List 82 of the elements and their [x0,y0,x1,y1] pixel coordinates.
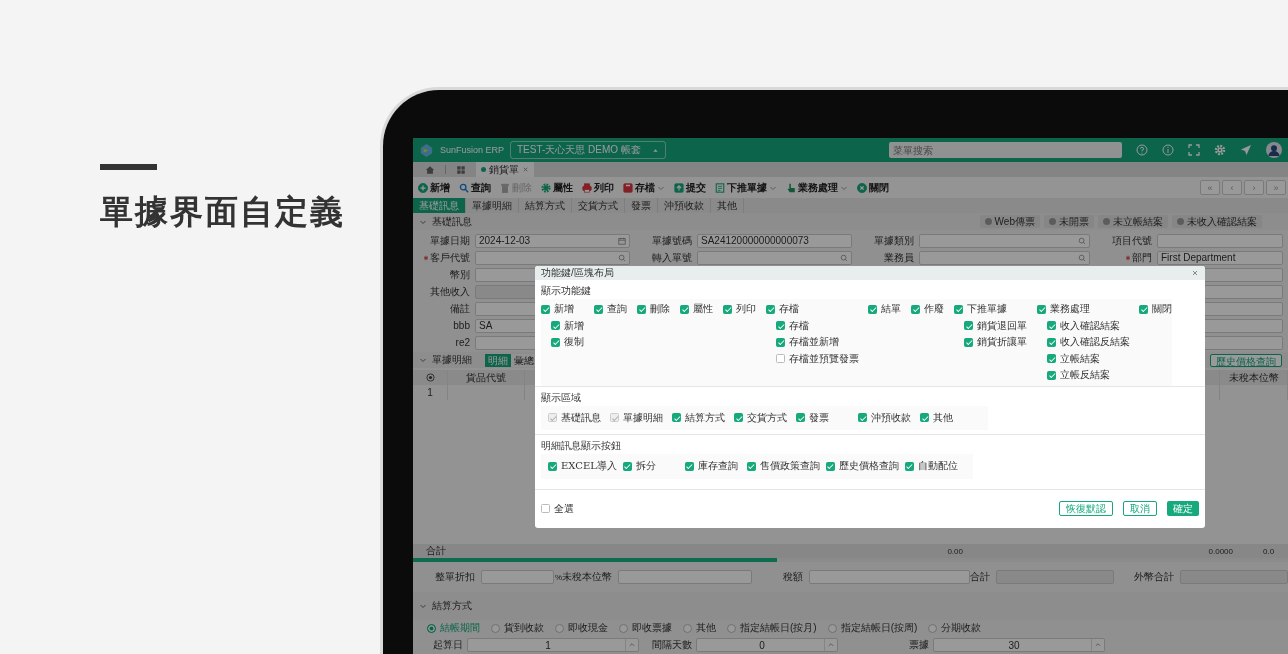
radio-label: 貨到收款 [504,621,544,635]
field-label: 合計 [970,570,990,584]
field-label: bbb [453,320,470,331]
total-value: 0.00 [946,546,963,556]
checkbox-label: 銷貨折讓單 [977,335,1027,350]
field-label: 部門 [1132,250,1152,265]
field-label: 票據 [908,638,929,652]
radio-label: 即收票據 [632,621,672,635]
checkbox-label: 存檔 [789,318,809,333]
radio-label: 指定結帳日(按周) [840,621,918,635]
column-header: 貨品代號 [448,370,525,385]
row-number: 1 [413,385,448,400]
checkbox-label: 庫存查詢 [697,459,738,474]
checkbox-label: 結單 [881,302,901,317]
radio-label: 指定結帳日(按月) [740,621,817,635]
checkbox-label: 自動配位 [917,459,958,474]
total-value: 0.0000 [1207,546,1233,556]
checkbox-label: 拆分 [635,459,656,474]
checkbox-label: 歷史價格查詢 [838,459,899,474]
checkbox-label: 結算方式 [685,410,725,425]
section-title: 顯示功能鍵 [541,284,591,298]
radio-label: 其他 [696,621,716,635]
checkbox-label: 關閉 [1152,302,1172,317]
unit-label: % [554,572,562,582]
field-label: 業務員 [884,250,914,265]
field-label: 轉入單號 [652,250,692,265]
totals-label: 合計 [425,544,447,558]
field-label: 單據日期 [430,233,470,248]
checkbox-label: 新增 [554,302,574,317]
checkbox-label: 其他 [933,410,953,425]
section-title: 基礎訊息 [432,214,472,229]
field-label: 稅額 [782,570,803,584]
checkbox-label: 查詢 [607,302,627,317]
dialog-title: 功能鍵/區塊布局 [541,266,614,280]
field-label: 未稅本位幣 [562,570,612,584]
checkbox-label: 刪除 [650,302,670,317]
checkbox-label: 立帳反結案 [1060,368,1110,383]
radio-label: 結帳期間 [440,621,480,635]
checkbox-label: 收入確認反結案 [1060,335,1130,350]
field-label: 備註 [450,301,470,316]
checkbox-label: 立帳結案 [1060,351,1100,366]
field-label: 其他收入 [430,284,470,299]
field-label: 整單折扣 [433,570,475,584]
checkbox-label: 單據明細 [623,410,663,425]
checkbox-label: 業務處理 [1050,302,1090,317]
field-label: 間隔天數 [651,638,692,652]
checkbox-label: 沖預收款 [871,410,911,425]
radio-label: 分期收款 [941,621,982,635]
field-label: 單據類別 [874,233,914,248]
radio-label: 即收現金 [568,621,608,635]
checkbox-label: 存檔並預覽發票 [789,351,859,366]
checkbox-label: 復制 [564,335,584,350]
checkbox-label: 屬性 [693,302,713,317]
field-label: 單據號碼 [652,233,692,248]
field-label: 項目代號 [1112,233,1152,248]
total-value: 0.0 [1262,546,1276,556]
checkbox-label: 基礎訊息 [561,410,601,425]
checkbox-label: EXCEL導入 [561,459,617,474]
checkbox-label: 發票 [809,410,829,425]
field-label: 客戶代號 [430,250,470,265]
app-name: SunFusion ERP [440,145,504,155]
checkbox-label: 列印 [736,302,756,317]
checkbox-label: 下推單據 [967,302,1007,317]
section-title: 結算方式 [432,599,472,613]
section-title: 單據明細 [432,353,472,367]
field-label: re2 [455,337,470,348]
checkbox-label: 新增 [564,318,584,333]
field-label: 幣別 [450,267,470,282]
field-label: 起算日 [432,638,463,652]
checkbox-label: 作廢 [924,302,944,317]
checkbox-label: 交貨方式 [747,410,787,425]
column-header: 未稅本位幣 [1220,370,1288,385]
page-heading: 單據界面自定義 [100,192,346,232]
checkbox-label: 存檔 [779,302,799,317]
section-title: 明細訊息顯示按鈕 [541,439,621,453]
checkbox-label: 收入確認結案 [1060,318,1120,333]
checkbox-label: 售價政策查詢 [759,459,820,474]
checkbox-label: 銷貨退回單 [977,318,1027,333]
checkbox-label: 存檔並新增 [789,335,839,350]
checkbox-label: 全選 [554,501,574,516]
field-label: 外幣合計 [1133,570,1174,584]
section-title: 顯示區域 [541,390,581,405]
